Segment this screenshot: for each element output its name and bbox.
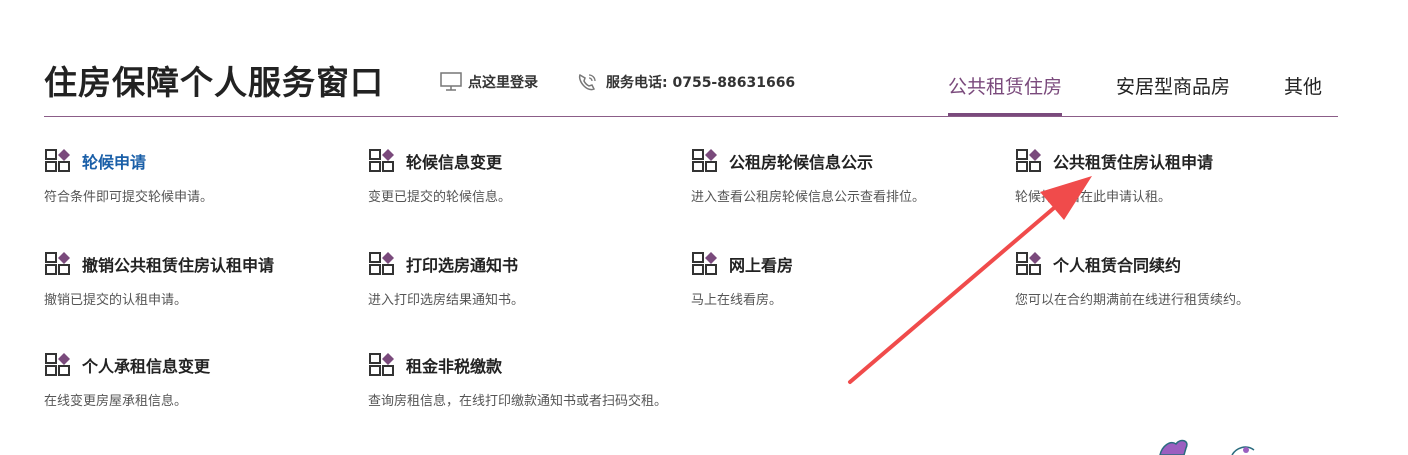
service-tenant-info-change: 个人承租信息变更 在线变更房屋承租信息。 <box>44 352 364 412</box>
decorative-illustration-icon <box>1159 439 1255 455</box>
service-link[interactable]: 个人承租信息变更 <box>44 352 364 378</box>
service-title: 公租房轮候信息公示 <box>729 153 874 172</box>
grid-diamond-icon <box>369 353 394 376</box>
service-link[interactable]: 公共租赁住房认租申请 <box>1015 148 1335 174</box>
grid-diamond-icon <box>369 252 394 275</box>
service-rent-payment: 租金非税缴款 查询房租信息，在线打印缴款通知书或者扫码交租。 <box>368 352 688 412</box>
service-link[interactable]: 撤销公共租赁住房认租申请 <box>44 251 364 277</box>
service-title: 公共租赁住房认租申请 <box>1053 153 1214 172</box>
grid-diamond-icon <box>692 252 717 275</box>
service-queue-info-change: 轮候信息变更 变更已提交的轮候信息。 <box>368 148 688 208</box>
phone-label: 服务电话: 0755-88631666 <box>606 75 796 91</box>
service-link[interactable]: 个人租赁合同续约 <box>1015 251 1335 277</box>
service-lease-renewal: 个人租赁合同续约 您可以在合约期满前在线进行租赁续约。 <box>1015 251 1335 311</box>
service-title: 网上看房 <box>729 256 794 275</box>
service-desc: 您可以在合约期满前在线进行租赁续约。 <box>1015 293 1250 308</box>
service-title: 个人租赁合同续约 <box>1053 256 1182 275</box>
service-queue-publicity: 公租房轮候信息公示 进入查看公租房轮候信息公示查看排位。 <box>691 148 1011 208</box>
grid-diamond-icon <box>692 149 717 172</box>
tab-other[interactable]: 其他 <box>1284 72 1322 113</box>
service-cancel-rental-apply: 撤销公共租赁住房认租申请 撤销已提交的认租申请。 <box>44 251 364 311</box>
service-link[interactable]: 轮候信息变更 <box>368 148 688 174</box>
service-desc: 马上在线看房。 <box>691 293 783 308</box>
service-link[interactable]: 公租房轮候信息公示 <box>691 148 1011 174</box>
grid-diamond-icon <box>369 149 394 172</box>
service-link[interactable]: 网上看房 <box>691 251 1011 277</box>
grid-diamond-icon <box>45 149 70 172</box>
service-title: 轮候信息变更 <box>406 153 503 172</box>
service-desc: 进入查看公租房轮候信息公示查看排位。 <box>691 190 926 205</box>
service-title: 租金非税缴款 <box>406 357 503 376</box>
page: 住房保障个人服务窗口 点这里登录 服务电话: 0755-88631666 公共租… <box>0 0 1408 455</box>
service-print-notice: 打印选房通知书 进入打印选房结果通知书。 <box>368 251 688 311</box>
service-desc: 进入打印选房结果通知书。 <box>368 293 525 308</box>
service-link[interactable]: 打印选房通知书 <box>368 251 688 277</box>
service-desc: 查询房租信息，在线打印缴款通知书或者扫码交租。 <box>368 394 668 409</box>
grid-diamond-icon <box>1016 149 1041 172</box>
service-online-viewing: 网上看房 马上在线看房。 <box>691 251 1011 311</box>
service-desc: 轮候排位后在此申请认租。 <box>1015 190 1172 205</box>
header: 住房保障个人服务窗口 点这里登录 服务电话: 0755-88631666 公共租… <box>44 56 1338 117</box>
service-link[interactable]: 租金非税缴款 <box>368 352 688 378</box>
phone-icon <box>578 73 596 91</box>
service-title: 打印选房通知书 <box>406 256 519 275</box>
tab-public-rental[interactable]: 公共租赁住房 <box>947 72 1062 116</box>
tab-affordable-housing[interactable]: 安居型商品房 <box>1116 72 1230 113</box>
service-title: 个人承租信息变更 <box>82 357 211 376</box>
page-title: 住房保障个人服务窗口 <box>44 63 384 102</box>
service-title: 撤销公共租赁住房认租申请 <box>82 256 275 275</box>
grid-diamond-icon <box>45 252 70 275</box>
monitor-icon <box>440 72 462 91</box>
service-rental-apply: 公共租赁住房认租申请 轮候排位后在此申请认租。 <box>1015 148 1335 208</box>
service-desc: 符合条件即可提交轮候申请。 <box>44 190 214 205</box>
login-link[interactable]: 点这里登录 <box>440 72 538 92</box>
login-label: 点这里登录 <box>468 75 538 91</box>
service-desc: 变更已提交的轮候信息。 <box>368 190 512 205</box>
grid-diamond-icon <box>45 353 70 376</box>
service-link[interactable]: 轮候申请 <box>44 148 364 174</box>
service-phone: 服务电话: 0755-88631666 <box>576 72 795 92</box>
service-desc: 撤销已提交的认租申请。 <box>44 293 188 308</box>
grid-diamond-icon <box>1016 252 1041 275</box>
service-queue-apply: 轮候申请 符合条件即可提交轮候申请。 <box>44 148 364 208</box>
service-desc: 在线变更房屋承租信息。 <box>44 394 188 409</box>
service-title: 轮候申请 <box>82 153 147 172</box>
tab-bar: 公共租赁住房 安居型商品房 其他 <box>947 72 1322 116</box>
